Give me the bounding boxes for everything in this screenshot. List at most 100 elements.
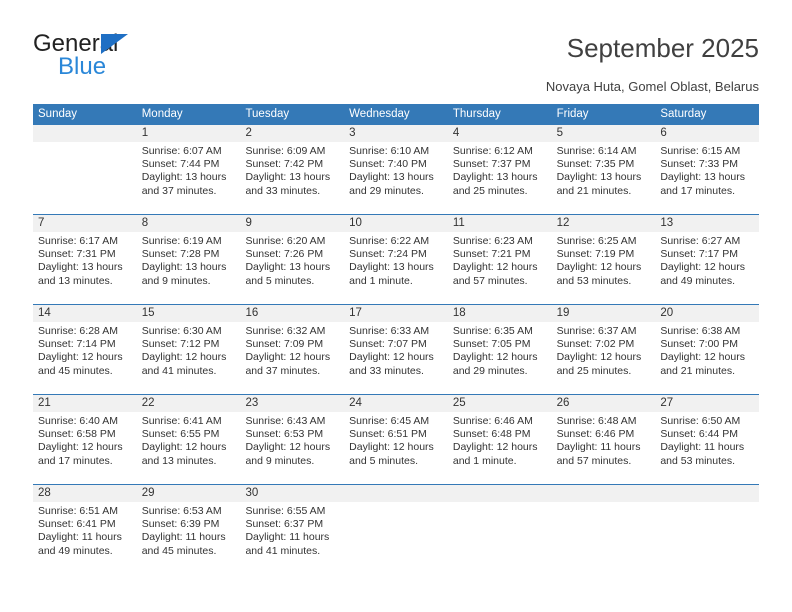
daylight-text-line2: and 49 minutes.	[38, 544, 113, 557]
day-number[interactable]: 2	[240, 125, 344, 142]
day-cell[interactable]: Sunrise: 6:14 AM Sunset: 7:35 PM Dayligh…	[552, 142, 656, 214]
day-cell[interactable]: Sunrise: 6:17 AM Sunset: 7:31 PM Dayligh…	[33, 232, 137, 304]
day-cell[interactable]: Sunrise: 6:30 AM Sunset: 7:12 PM Dayligh…	[137, 322, 241, 394]
day-cell[interactable]: Sunrise: 6:15 AM Sunset: 7:33 PM Dayligh…	[655, 142, 759, 214]
day-cell[interactable]: Sunrise: 6:43 AM Sunset: 6:53 PM Dayligh…	[240, 412, 344, 484]
day-cell[interactable]: Sunrise: 6:09 AM Sunset: 7:42 PM Dayligh…	[240, 142, 344, 214]
day-cell[interactable]: Sunrise: 6:22 AM Sunset: 7:24 PM Dayligh…	[344, 232, 448, 304]
daylight-text-line2: and 1 minute.	[349, 274, 413, 287]
daylight-text-line1: Daylight: 12 hours	[349, 441, 434, 454]
sunset-text: Sunset: 6:55 PM	[141, 428, 220, 441]
day-number[interactable]: 28	[33, 485, 137, 502]
day-cell[interactable]: Sunrise: 6:10 AM Sunset: 7:40 PM Dayligh…	[344, 142, 448, 214]
day-number[interactable]: 12	[552, 215, 656, 232]
sunrise-text: Sunrise: 6:28 AM	[38, 325, 118, 337]
day-cell[interactable]: Sunrise: 6:41 AM Sunset: 6:55 PM Dayligh…	[137, 412, 241, 484]
day-cell[interactable]: Sunrise: 6:20 AM Sunset: 7:26 PM Dayligh…	[240, 232, 344, 304]
day-cell[interactable]: Sunrise: 6:38 AM Sunset: 7:00 PM Dayligh…	[655, 322, 759, 394]
week-daynumber-band: 14 15 16 17 18 19 20	[33, 305, 759, 322]
sunset-text: Sunset: 7:19 PM	[556, 248, 635, 261]
day-number[interactable]	[344, 485, 448, 502]
general-blue-logo[interactable]: General Blue	[33, 30, 203, 82]
day-number[interactable]: 15	[137, 305, 241, 322]
day-number[interactable]: 3	[344, 125, 448, 142]
day-number[interactable]: 27	[655, 395, 759, 412]
day-cell[interactable]: Sunrise: 6:45 AM Sunset: 6:51 PM Dayligh…	[344, 412, 448, 484]
daylight-text-line1: Daylight: 13 hours	[245, 261, 331, 274]
day-cell[interactable]	[33, 142, 137, 214]
day-number[interactable]: 29	[137, 485, 241, 502]
day-cell[interactable]: Sunrise: 6:55 AM Sunset: 6:37 PM Dayligh…	[240, 502, 344, 574]
day-cell[interactable]: Sunrise: 6:32 AM Sunset: 7:09 PM Dayligh…	[240, 322, 344, 394]
day-number[interactable]: 20	[655, 305, 759, 322]
sunset-text: Sunset: 6:41 PM	[38, 518, 116, 531]
sunset-text: Sunset: 7:07 PM	[349, 338, 427, 351]
calendar-week-row: 21 22 23 24 25 26 27 Sunrise: 6:40 AM Su…	[33, 395, 759, 485]
sunset-text: Sunset: 7:31 PM	[38, 248, 116, 261]
day-number[interactable]: 11	[448, 215, 552, 232]
day-number[interactable]: 6	[655, 125, 759, 142]
day-number[interactable]: 5	[552, 125, 656, 142]
day-number[interactable]	[552, 485, 656, 502]
day-number[interactable]: 9	[240, 215, 344, 232]
day-number[interactable]	[655, 485, 759, 502]
day-cell[interactable]: Sunrise: 6:07 AM Sunset: 7:44 PM Dayligh…	[137, 142, 241, 214]
day-number[interactable]	[33, 125, 137, 142]
sunset-text: Sunset: 6:39 PM	[141, 518, 220, 531]
day-cell[interactable]: Sunrise: 6:23 AM Sunset: 7:21 PM Dayligh…	[448, 232, 552, 304]
day-cell[interactable]	[344, 502, 448, 574]
daylight-text-line2: and 57 minutes.	[556, 454, 632, 467]
sunset-text: Sunset: 7:21 PM	[452, 248, 531, 261]
day-number[interactable]: 17	[344, 305, 448, 322]
day-cell[interactable]: Sunrise: 6:50 AM Sunset: 6:44 PM Dayligh…	[655, 412, 759, 484]
day-number[interactable]: 19	[552, 305, 656, 322]
day-cell[interactable]	[552, 502, 656, 574]
day-cell[interactable]: Sunrise: 6:12 AM Sunset: 7:37 PM Dayligh…	[448, 142, 552, 214]
day-cell[interactable]: Sunrise: 6:19 AM Sunset: 7:28 PM Dayligh…	[137, 232, 241, 304]
day-cell[interactable]: Sunrise: 6:48 AM Sunset: 6:46 PM Dayligh…	[552, 412, 656, 484]
day-cell[interactable]: Sunrise: 6:27 AM Sunset: 7:17 PM Dayligh…	[655, 232, 759, 304]
day-number[interactable]: 18	[448, 305, 552, 322]
sunrise-text: Sunrise: 6:37 AM	[556, 325, 637, 337]
sunset-text: Sunset: 7:44 PM	[141, 158, 220, 171]
day-cell[interactable]: Sunrise: 6:53 AM Sunset: 6:39 PM Dayligh…	[137, 502, 241, 574]
day-cell[interactable]: Sunrise: 6:46 AM Sunset: 6:48 PM Dayligh…	[448, 412, 552, 484]
day-number[interactable]: 10	[344, 215, 448, 232]
day-cell[interactable]: Sunrise: 6:40 AM Sunset: 6:58 PM Dayligh…	[33, 412, 137, 484]
day-cell[interactable]	[655, 502, 759, 574]
day-cell[interactable]: Sunrise: 6:51 AM Sunset: 6:41 PM Dayligh…	[33, 502, 137, 574]
day-cell[interactable]: Sunrise: 6:25 AM Sunset: 7:19 PM Dayligh…	[552, 232, 656, 304]
day-cell[interactable]: Sunrise: 6:33 AM Sunset: 7:07 PM Dayligh…	[344, 322, 448, 394]
daylight-text-line2: and 17 minutes.	[660, 184, 736, 197]
day-number[interactable]: 22	[137, 395, 241, 412]
day-number[interactable]: 21	[33, 395, 137, 412]
sunrise-text: Sunrise: 6:17 AM	[38, 235, 118, 247]
day-number[interactable]: 23	[240, 395, 344, 412]
day-number[interactable]	[448, 485, 552, 502]
day-number[interactable]: 4	[448, 125, 552, 142]
day-number[interactable]: 25	[448, 395, 552, 412]
day-cell[interactable]: Sunrise: 6:35 AM Sunset: 7:05 PM Dayligh…	[448, 322, 552, 394]
week-daynumber-band: 7 8 9 10 11 12 13	[33, 215, 759, 232]
daylight-text-line1: Daylight: 13 hours	[38, 261, 123, 274]
day-number[interactable]: 8	[137, 215, 241, 232]
day-cell[interactable]: Sunrise: 6:37 AM Sunset: 7:02 PM Dayligh…	[552, 322, 656, 394]
week-daynumber-band: 1 2 3 4 5 6	[33, 125, 759, 142]
day-number[interactable]: 1	[137, 125, 241, 142]
day-cell[interactable]	[448, 502, 552, 574]
day-number[interactable]: 26	[552, 395, 656, 412]
day-cell[interactable]: Sunrise: 6:28 AM Sunset: 7:14 PM Dayligh…	[33, 322, 137, 394]
sunset-text: Sunset: 7:05 PM	[452, 338, 531, 351]
day-number[interactable]: 30	[240, 485, 344, 502]
day-number[interactable]: 16	[240, 305, 344, 322]
daylight-text-line1: Daylight: 12 hours	[38, 351, 123, 364]
daylight-text-line2: and 25 minutes.	[556, 364, 632, 377]
day-number[interactable]: 14	[33, 305, 137, 322]
day-number[interactable]: 24	[344, 395, 448, 412]
daylight-text-line1: Daylight: 12 hours	[660, 351, 745, 364]
day-number[interactable]: 7	[33, 215, 137, 232]
day-number[interactable]: 13	[655, 215, 759, 232]
daylight-text-line2: and 53 minutes.	[556, 274, 632, 287]
daylight-text-line1: Daylight: 13 hours	[141, 261, 227, 274]
sunset-text: Sunset: 6:58 PM	[38, 428, 116, 441]
